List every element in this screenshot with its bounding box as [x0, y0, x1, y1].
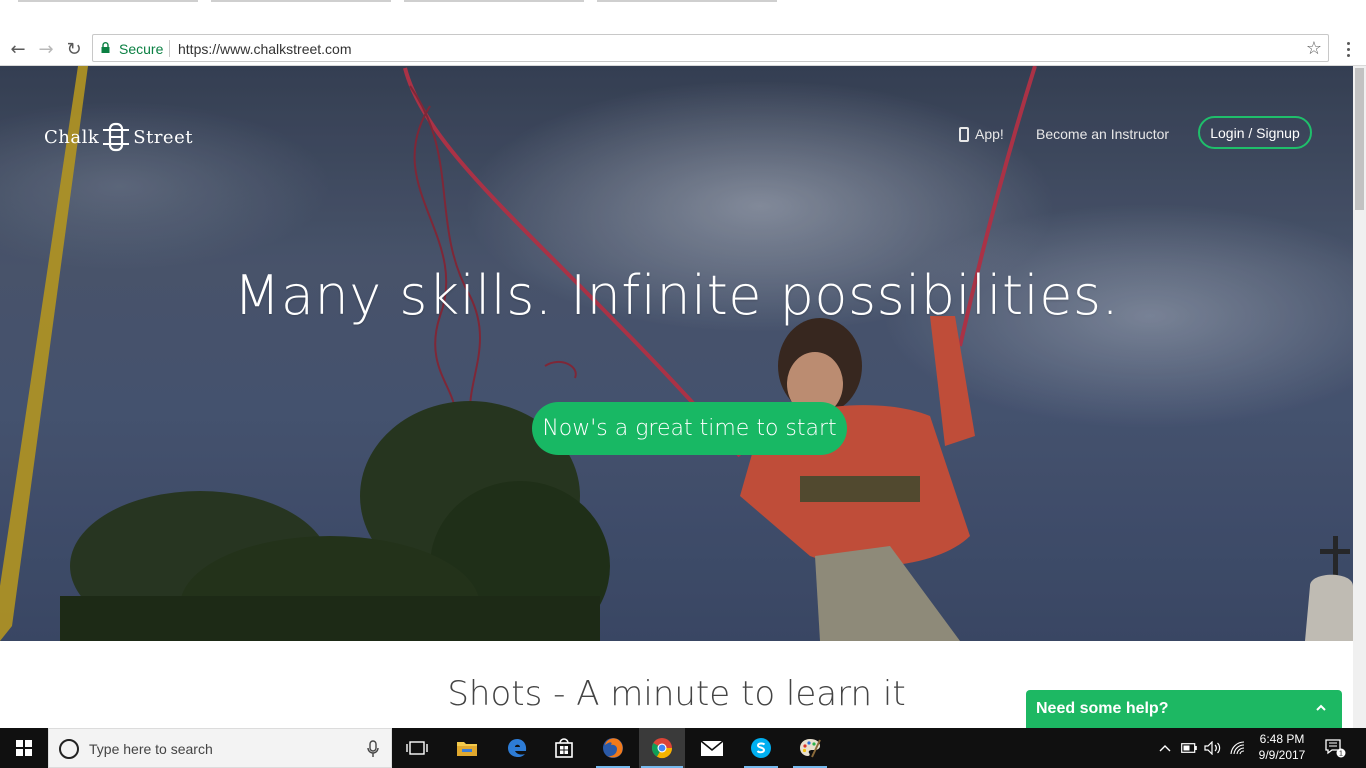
start-button[interactable] — [0, 728, 48, 768]
scrollbar-thumb[interactable] — [1355, 68, 1364, 210]
clock-date: 9/9/2017 — [1258, 748, 1306, 762]
login-signup-label: Login / Signup — [1210, 124, 1300, 141]
notification-icon: 1 — [1325, 739, 1346, 758]
microphone-icon[interactable] — [367, 740, 379, 758]
wifi-icon — [1230, 741, 1245, 755]
hero-overlay — [0, 66, 1353, 641]
task-view-button[interactable] — [394, 728, 440, 768]
reload-icon: ↻ — [66, 38, 82, 60]
task-view-icon — [406, 741, 428, 755]
forward-button[interactable]: → — [35, 38, 57, 60]
page-viewport: Chalk Street App! Become an Instructor L… — [0, 66, 1366, 728]
browser-menu-button[interactable] — [1341, 38, 1355, 60]
cortana-icon — [59, 739, 79, 759]
windows-taskbar: Type here to search 6:48 PM 9/9/2017 1 — [0, 728, 1366, 768]
login-signup-button[interactable]: Login / Signup — [1198, 116, 1312, 149]
become-instructor-link[interactable]: Become an Instructor — [1036, 119, 1169, 149]
forward-arrow-icon: → — [38, 38, 54, 60]
logo-text-left: Chalk — [44, 126, 100, 148]
menu-dot — [1346, 53, 1350, 57]
reload-button[interactable]: ↻ — [63, 38, 85, 60]
chrome-icon — [651, 738, 673, 759]
taskbar-clock[interactable]: 6:48 PM 9/9/2017 — [1252, 731, 1312, 763]
firefox-button[interactable] — [590, 728, 636, 768]
app-link-label: App! — [975, 126, 1004, 142]
file-explorer-button[interactable] — [444, 728, 490, 768]
paint-palette-icon — [800, 739, 821, 758]
edge-browser-icon — [508, 739, 527, 757]
help-chat-widget[interactable]: Need some help? — [1026, 690, 1342, 728]
folder-icon — [457, 742, 477, 756]
logo-emblem-icon — [103, 122, 130, 152]
url-text[interactable]: https://www.chalkstreet.com — [178, 41, 352, 57]
tab[interactable] — [404, 0, 584, 2]
lock-icon — [101, 42, 110, 53]
hero-headline: Many skills. Infinite possibilities. — [233, 264, 1120, 327]
back-arrow-icon: ← — [10, 38, 26, 60]
battery-icon — [1181, 743, 1197, 753]
get-started-label: Now's a great time to start — [542, 416, 837, 441]
chevron-up-icon[interactable] — [1314, 701, 1328, 715]
tab[interactable] — [597, 0, 777, 2]
network-status[interactable] — [1227, 728, 1249, 768]
app-link[interactable]: App! — [959, 119, 1004, 149]
secure-label[interactable]: Secure — [119, 41, 163, 57]
paint-button[interactable] — [787, 728, 833, 768]
firefox-icon — [603, 738, 623, 758]
address-bar: ← → ↻ Secure https://www.chalkstreet.com… — [0, 32, 1366, 66]
action-center-button[interactable]: 1 — [1320, 728, 1350, 768]
logo-text-right: Street — [133, 126, 193, 148]
mobile-phone-icon — [959, 126, 969, 142]
tab[interactable] — [18, 0, 198, 2]
mail-envelope-icon — [700, 740, 724, 756]
show-hidden-icons-button[interactable] — [1155, 728, 1175, 768]
menu-dot — [1346, 41, 1350, 45]
store-bag-icon — [555, 738, 573, 758]
clock-time: 6:48 PM — [1259, 732, 1305, 746]
notification-count: 1 — [1339, 751, 1343, 758]
taskbar-search-placeholder: Type here to search — [89, 741, 213, 757]
bookmark-star-icon[interactable]: ☆ — [1306, 38, 1322, 59]
chevron-up-icon — [1159, 745, 1171, 752]
volume-control[interactable] — [1202, 728, 1224, 768]
tab[interactable] — [211, 0, 391, 2]
help-chat-label: Need some help? — [1036, 700, 1169, 717]
url-input[interactable]: Secure https://www.chalkstreet.com ☆ — [92, 34, 1329, 62]
page-scrollbar[interactable] — [1353, 66, 1366, 728]
menu-dot — [1346, 47, 1350, 51]
taskbar-search-box[interactable]: Type here to search — [48, 728, 392, 768]
skype-button[interactable] — [738, 728, 784, 768]
chrome-button[interactable] — [639, 728, 685, 768]
omnibox-divider — [169, 40, 170, 57]
become-instructor-label: Become an Instructor — [1036, 126, 1170, 142]
speaker-icon — [1204, 741, 1221, 755]
back-button[interactable]: ← — [7, 38, 29, 60]
windows-logo-icon — [16, 740, 32, 756]
get-started-button[interactable]: Now's a great time to start — [532, 402, 847, 455]
store-button[interactable] — [541, 728, 587, 768]
hero-section: Chalk Street App! Become an Instructor L… — [0, 66, 1353, 641]
skype-icon — [751, 738, 771, 758]
chalkstreet-logo[interactable]: Chalk Street — [44, 122, 193, 152]
edge-button[interactable] — [494, 728, 540, 768]
tab-strip — [0, 0, 1366, 32]
mail-button[interactable] — [689, 728, 735, 768]
battery-status[interactable] — [1178, 728, 1200, 768]
